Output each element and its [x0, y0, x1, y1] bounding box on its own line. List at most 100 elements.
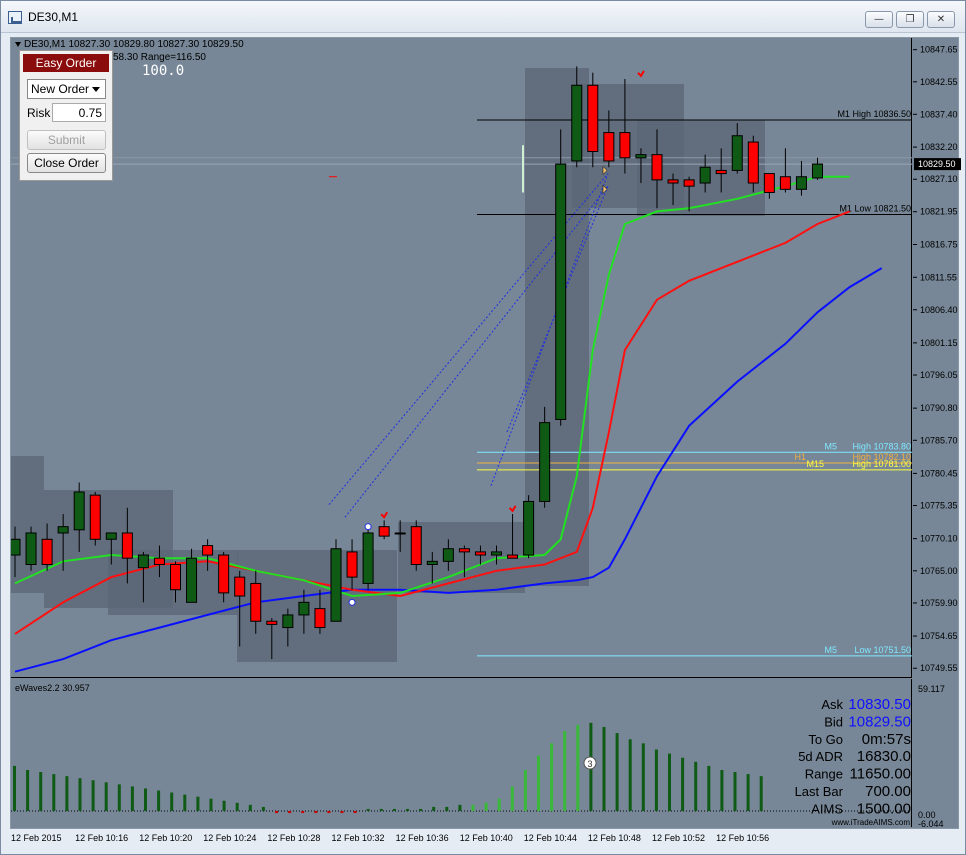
candle-body	[362, 532, 374, 584]
candle-body	[779, 176, 791, 190]
chart-window-icon	[8, 11, 22, 24]
candle-body	[523, 500, 535, 556]
histogram-bar	[510, 786, 514, 811]
website-label: www.iTradeAIMS.com	[831, 818, 911, 827]
histogram-bar	[392, 808, 396, 811]
histogram-bar	[248, 804, 252, 811]
price-axis-label: 10847.65	[920, 45, 958, 55]
time-axis-label: 12 Feb 10:24	[203, 833, 256, 843]
main-price-panel[interactable]: M1 High 10836.50 M1 Low 10821.50 M5 High 10…	[9, 38, 912, 678]
histogram-bar	[733, 772, 737, 811]
candle-body	[73, 491, 85, 531]
ewaves-panel[interactable]: eWaves2.2 30.957 3 Ask 10830.50 Bid 10829.50 T…	[11, 679, 912, 827]
candle-body	[282, 614, 294, 629]
price-axis-label: 10837.40	[920, 109, 958, 119]
candle-body	[699, 166, 711, 184]
histogram-bar	[406, 808, 409, 811]
price-axis-label: 10806.40	[920, 305, 958, 315]
candle-body	[41, 538, 53, 566]
window-title: DE30,M1	[28, 10, 79, 24]
candle-body	[795, 176, 807, 190]
chart-menu-icon[interactable]	[15, 42, 21, 47]
histogram-bar	[432, 806, 436, 811]
submit-button[interactable]: Submit	[27, 130, 106, 150]
entry-marker	[348, 598, 356, 606]
price-chart[interactable]: M1 High 10836.50 M1 Low 10821.50 M5 High 10…	[9, 38, 912, 678]
close-order-button[interactable]: Close Order	[27, 153, 106, 173]
histogram-bar	[314, 811, 318, 814]
wave-count-label: 3	[587, 759, 592, 769]
candle-body	[314, 608, 326, 629]
terminal-window: DE30,M1 — ❐ ✕ M1 High 10836.50 M1 Low 108…	[0, 0, 966, 855]
histogram-bar	[668, 753, 671, 811]
symbol-info: DE30,M1 10827.30 10829.80 10827.30 10829…	[24, 39, 244, 50]
range-label: Range	[805, 767, 843, 782]
histogram-bar	[13, 765, 16, 811]
candle-body	[346, 551, 358, 578]
easy-order-panel: Easy Order New Order Risk Submit Close O…	[19, 50, 113, 181]
candle-body	[202, 545, 214, 556]
order-type-select[interactable]: New Order	[27, 79, 106, 99]
histogram-bar	[458, 804, 462, 811]
adr-label: 5d ADR	[798, 749, 843, 764]
chevron-down-icon	[92, 87, 100, 92]
risk-input[interactable]	[52, 103, 106, 122]
ask-label: Ask	[821, 697, 843, 712]
candle-body	[555, 163, 567, 420]
price-axis-label: 10770.10	[920, 534, 958, 544]
histogram-bar	[78, 778, 82, 811]
candle-body	[619, 132, 631, 159]
window-titlebar[interactable]: DE30,M1 — ❐ ✕	[1, 1, 965, 33]
price-axis-label: 10780.45	[920, 468, 958, 478]
candle-body	[587, 84, 599, 152]
candle-body	[186, 557, 198, 603]
close-window-button[interactable]: ✕	[927, 11, 955, 28]
histogram-bar	[615, 733, 619, 811]
adr-value: 16830.0	[857, 748, 911, 765]
entry-marker	[364, 523, 372, 531]
price-axis-label: 10832.20	[920, 142, 958, 152]
aims-value: 1500.00	[857, 800, 911, 817]
histogram-bar	[628, 739, 632, 811]
sub-scale-bottom: -6.044	[918, 819, 944, 829]
time-axis-label: 12 Feb 10:36	[396, 833, 449, 843]
price-axis-label: 10775.35	[920, 501, 958, 511]
histogram-bar	[170, 792, 174, 811]
candle-body	[298, 601, 310, 616]
histogram-bar	[379, 808, 383, 811]
chart-area[interactable]: M1 High 10836.50 M1 Low 10821.50 M5 High 10…	[9, 37, 961, 830]
histogram-bar	[523, 770, 527, 811]
restore-button[interactable]: ❐	[896, 11, 924, 28]
histogram-bar	[537, 755, 540, 811]
candle-body	[539, 422, 551, 502]
candle-body	[426, 560, 438, 566]
ewaves-histogram[interactable]: eWaves2.2 30.957 3 Ask 10830.50 Bid 10829.50 T…	[11, 679, 912, 827]
candle-body	[105, 532, 117, 540]
candle-body	[763, 173, 775, 193]
price-axis-label: 10842.55	[920, 77, 958, 87]
order-type-value: New Order	[31, 82, 90, 96]
time-axis-label: 12 Feb 10:16	[75, 833, 128, 843]
histogram-bar	[563, 731, 567, 811]
histogram-bar	[497, 798, 501, 811]
candle-body	[458, 548, 470, 553]
time-axis-label: 12 Feb 10:32	[332, 833, 385, 843]
h1-tag-label: H1	[794, 452, 806, 462]
candle-body	[651, 154, 663, 181]
histogram-bar	[759, 776, 763, 811]
minimize-button[interactable]: —	[865, 11, 893, 28]
candle-body	[394, 532, 406, 535]
restore-icon: ❐	[905, 14, 915, 25]
candle-body	[170, 564, 181, 591]
candle-body	[89, 494, 101, 540]
candle-body	[378, 526, 390, 537]
histogram-bar	[222, 800, 226, 811]
candle-body	[250, 582, 262, 622]
price-axis-label: 10821.95	[920, 207, 958, 217]
histogram-bar	[746, 774, 750, 811]
histogram-bar	[261, 806, 265, 811]
price-axis-label: 10827.10	[920, 174, 958, 184]
signal-arrow	[380, 511, 389, 519]
price-axis[interactable]: 10847.65 10842.55 10837.40 10832.20 10827.10…	[913, 38, 961, 830]
histogram-bar	[327, 811, 331, 814]
